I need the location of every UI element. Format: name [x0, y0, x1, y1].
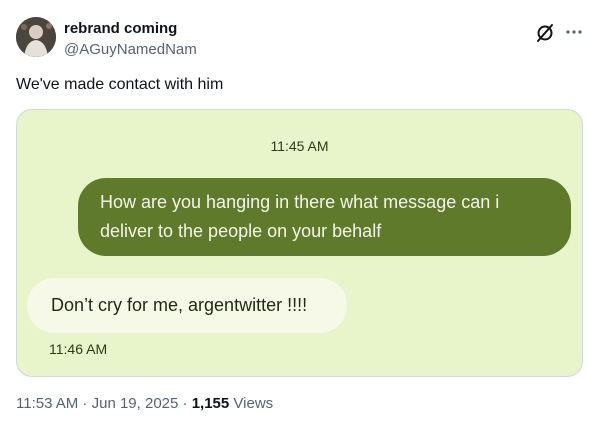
avatar[interactable]	[16, 17, 56, 57]
grok-icon[interactable]	[534, 22, 556, 44]
tweet-metadata: 11:53 AM · Jun 19, 2025 · 1,155 Views	[16, 395, 273, 412]
message-timestamp-top: 11:45 AM	[270, 138, 329, 154]
more-icon[interactable]	[564, 22, 584, 42]
tweet-text: We've made contact with him	[16, 76, 224, 93]
message-timestamp-bottom: 11:46 AM	[49, 341, 108, 357]
author-handle[interactable]: @AGuyNamedNam	[64, 41, 197, 58]
tweet-time[interactable]: 11:53 AM	[16, 395, 78, 412]
views-count: 1,155	[191, 395, 230, 412]
views-label: Views	[229, 395, 274, 412]
tweet-date[interactable]: Jun 19, 2025	[92, 395, 179, 412]
outgoing-message-bubble: How are you hanging in there what messag…	[78, 178, 571, 256]
incoming-message-bubble: Don’t cry for me, argentwitter !!!!	[27, 278, 347, 333]
meta-separator: ·	[78, 395, 92, 412]
author-display-name[interactable]: rebrand coming	[64, 20, 177, 37]
meta-separator: ·	[178, 395, 192, 412]
tweet-media-image[interactable]: 11:45 AM How are you hanging in there wh…	[16, 109, 583, 377]
